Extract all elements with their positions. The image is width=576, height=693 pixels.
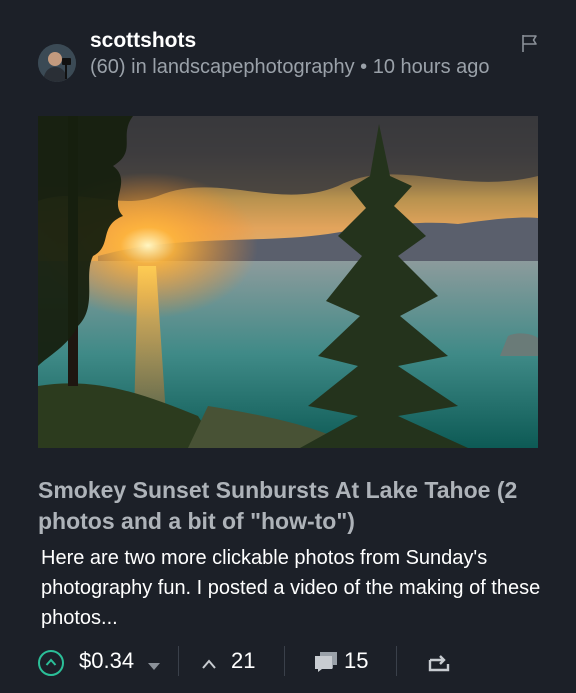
- chevron-down-icon[interactable]: [148, 658, 160, 676]
- avatar[interactable]: [38, 44, 76, 82]
- payout-value[interactable]: $0.34: [79, 648, 134, 674]
- reblog-icon[interactable]: [428, 654, 450, 677]
- post-meta: (60) in landscapephotography • 10 hours …: [90, 56, 490, 78]
- divider: [178, 646, 179, 676]
- upvote-circle-icon[interactable]: [38, 650, 64, 676]
- flag-icon[interactable]: [520, 33, 540, 53]
- chevron-up-icon[interactable]: [202, 656, 216, 674]
- post-title[interactable]: Smokey Sunset Sunbursts At Lake Tahoe (2…: [38, 475, 548, 537]
- author-name[interactable]: scottshots: [90, 29, 196, 53]
- post-excerpt[interactable]: Here are two more clickable photos from …: [41, 543, 551, 633]
- divider: [396, 646, 397, 676]
- post-footer: $0.34 21 15: [38, 642, 538, 682]
- vote-count[interactable]: 21: [231, 648, 255, 674]
- comment-count[interactable]: 15: [344, 648, 368, 674]
- avatar-image: [38, 44, 76, 82]
- comment-icon[interactable]: [314, 651, 338, 678]
- post-image[interactable]: [38, 116, 538, 448]
- divider: [284, 646, 285, 676]
- post-card: scottshots (60) in landscapephotography …: [0, 0, 576, 693]
